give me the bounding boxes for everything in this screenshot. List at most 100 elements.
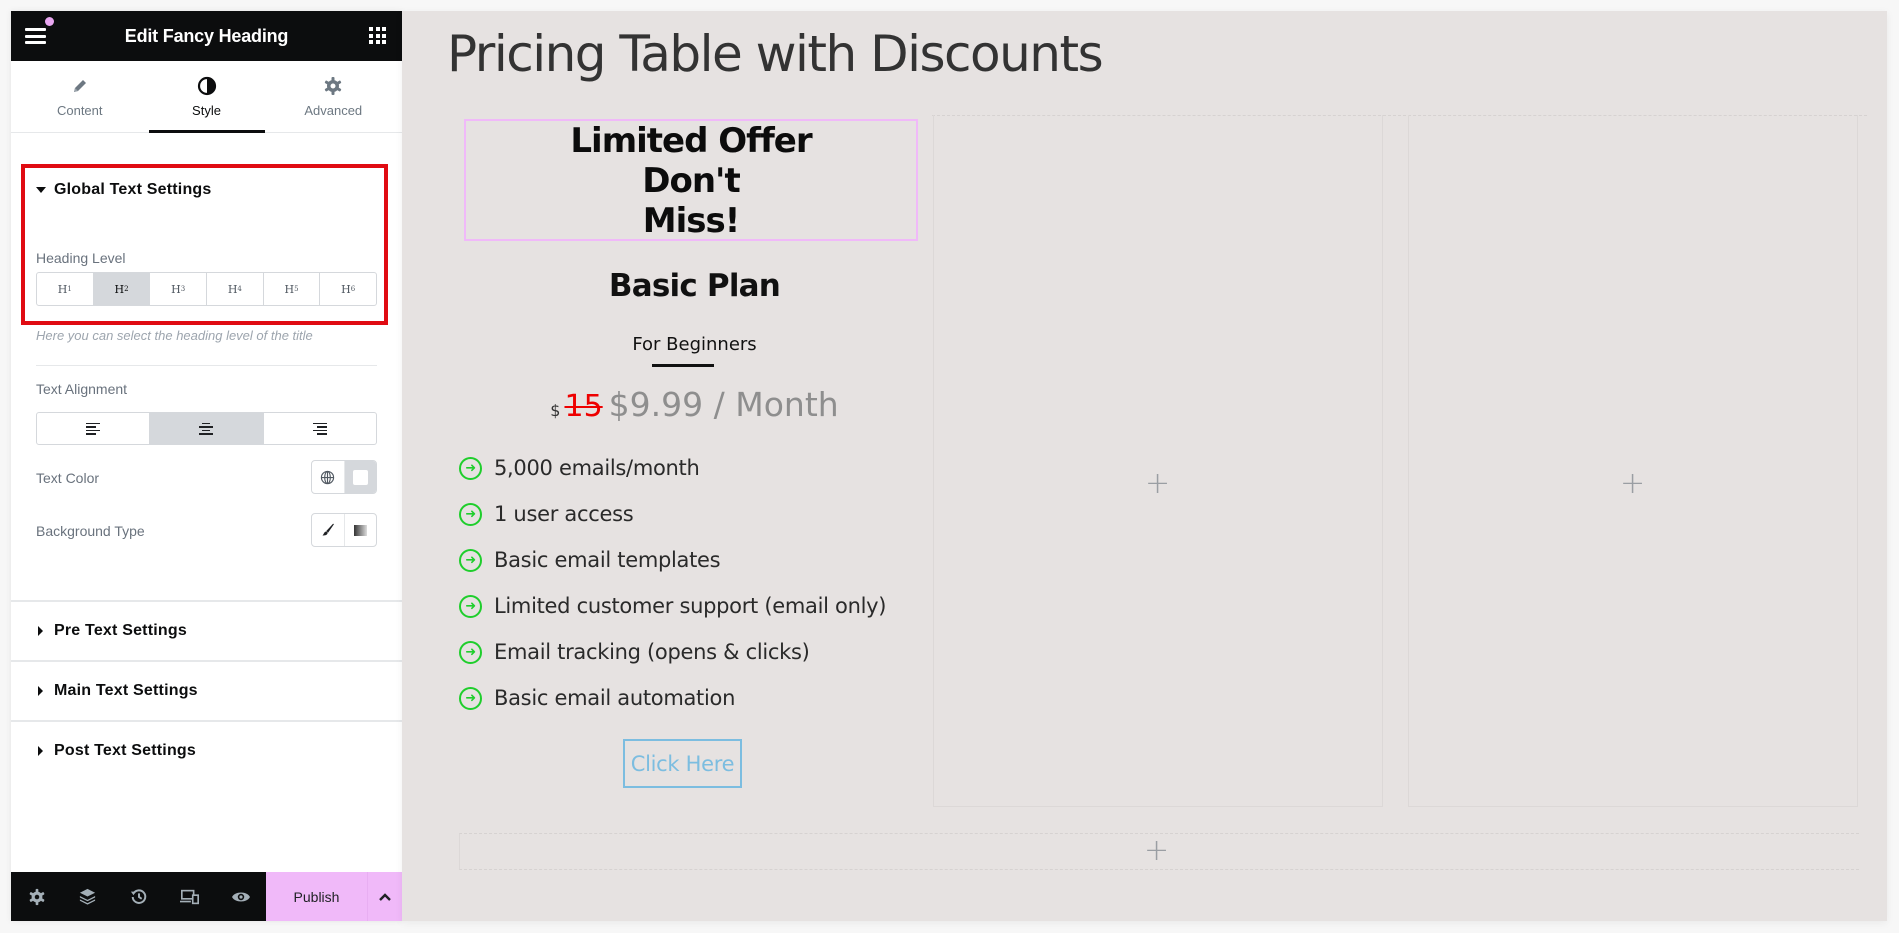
heading-level-h3[interactable]: H3 [150, 273, 208, 305]
arrow-circle-icon: ➜ [459, 640, 482, 664]
page-canvas: Pricing Table with Discounts + + Limited… [402, 11, 1887, 921]
section-title: Main Text Settings [54, 682, 198, 699]
editor-window: Edit Fancy Heading Content Style Advance… [0, 0, 1899, 933]
feature-item: ➜ Basic email automation [457, 675, 932, 721]
section-header[interactable]: Pre Text Settings [36, 622, 187, 640]
caret-right-icon [38, 686, 43, 696]
fancy-heading-line: Miss! [642, 201, 740, 241]
text-alignment-selector [36, 412, 377, 445]
chevron-up-icon [379, 892, 391, 901]
heading-level-h5[interactable]: H5 [264, 273, 321, 305]
history-icon [130, 888, 146, 904]
align-center-icon [199, 422, 214, 435]
tab-style[interactable]: Style [148, 61, 265, 133]
panel-header: Edit Fancy Heading [11, 11, 402, 61]
align-left-button[interactable] [37, 413, 151, 444]
navigator-button[interactable] [62, 872, 113, 921]
history-button[interactable] [113, 872, 164, 921]
panel-title: Edit Fancy Heading [124, 25, 289, 46]
subtitle-underline [652, 364, 714, 367]
widgets-grid-icon[interactable] [369, 27, 386, 44]
section-global-text-settings[interactable]: Global Text Settings [36, 181, 212, 199]
arrow-circle-icon: ➜ [459, 686, 482, 710]
plan-title: Basic Plan [608, 268, 781, 304]
heading-level-h1[interactable]: H1 [37, 273, 94, 305]
menu-hamburger-icon[interactable] [25, 28, 46, 44]
click-here-button[interactable]: Click Here [623, 739, 742, 788]
section-main-text-settings[interactable]: Main Text Settings [11, 660, 402, 720]
add-element-plus-icon[interactable]: + [1145, 469, 1170, 499]
notification-dot [45, 17, 54, 26]
feature-text: 5,000 emails/month [494, 456, 700, 480]
paint-brush-icon [322, 523, 334, 536]
section-header[interactable]: Main Text Settings [36, 682, 198, 700]
arrow-circle-icon: ➜ [459, 548, 482, 572]
gear-icon [323, 75, 343, 97]
tab-advanced-label: Advanced [304, 103, 363, 118]
background-type-label: Background Type [36, 523, 145, 539]
feature-text: Email tracking (opens & clicks) [494, 640, 810, 664]
original-price: 15 [564, 389, 603, 424]
panel-footer: Publish [11, 872, 402, 921]
heading-level-h4[interactable]: H4 [207, 273, 264, 305]
align-right-button[interactable] [264, 413, 376, 444]
section-title: Post Text Settings [54, 742, 196, 759]
feature-list: ➜ 5,000 emails/month ➜ 1 user access ➜ Basi… [457, 445, 932, 721]
section-post-text-settings[interactable]: Post Text Settings [11, 720, 402, 780]
align-left-icon [86, 422, 101, 435]
preview-eye-icon [231, 892, 250, 901]
feature-item: ➜ Limited customer support (email only) [457, 583, 932, 629]
discounted-price: $9.99 / Month [608, 385, 839, 424]
align-center-button[interactable] [150, 413, 264, 444]
section-title: Global Text Settings [54, 181, 212, 198]
add-element-plus-icon[interactable]: + [1620, 469, 1645, 499]
pencil-icon [71, 75, 89, 97]
color-swatch [352, 469, 368, 485]
layers-icon [79, 888, 96, 905]
feature-text: Basic email automation [494, 686, 736, 710]
settings-button[interactable] [11, 872, 62, 921]
responsive-mode-button[interactable] [164, 872, 215, 921]
section-pre-text-settings[interactable]: Pre Text Settings [11, 600, 402, 660]
arrow-circle-icon: ➜ [459, 594, 482, 618]
feature-item: ➜ Basic email templates [457, 537, 932, 583]
fancy-heading-line: Don't [642, 161, 740, 201]
feature-text: 1 user access [494, 502, 634, 526]
heading-level-h2[interactable]: H2 [93, 273, 151, 305]
currency-symbol: $ [550, 401, 561, 420]
divider [36, 365, 377, 366]
background-type-control [311, 513, 377, 547]
background-gradient-button[interactable] [345, 514, 377, 546]
heading-level-label: Heading Level [36, 250, 126, 266]
feature-item: ➜ 1 user access [457, 491, 932, 537]
arrow-circle-icon: ➜ [459, 502, 482, 526]
globe-icon [321, 470, 335, 484]
heading-level-h6[interactable]: H6 [320, 273, 376, 305]
tab-advanced[interactable]: Advanced [265, 61, 403, 132]
gradient-icon [353, 524, 367, 536]
editor-panel: Edit Fancy Heading Content Style Advance… [11, 11, 402, 921]
settings-icon [29, 888, 44, 905]
feature-item: ➜ Email tracking (opens & clicks) [457, 629, 932, 675]
global-colors-button[interactable] [312, 461, 345, 493]
add-section-plus-icon[interactable]: + [1144, 836, 1169, 866]
tab-content[interactable]: Content [11, 61, 149, 132]
color-picker-button[interactable] [344, 461, 376, 493]
heading-level-hint: Here you can select the heading level of… [36, 328, 313, 343]
section-header[interactable]: Post Text Settings [36, 742, 196, 760]
plan-price: $15 $9.99 / Month [457, 385, 932, 424]
tab-style-label: Style [192, 103, 221, 118]
plan-subtitle: For Beginners [632, 334, 757, 355]
text-color-label: Text Color [36, 470, 100, 486]
feature-text: Limited customer support (email only) [494, 594, 887, 618]
publish-options-button[interactable] [367, 872, 402, 921]
background-classic-button[interactable] [312, 514, 345, 546]
empty-column-3: + [1408, 115, 1858, 807]
arrow-circle-icon: ➜ [459, 456, 482, 480]
panel-tabs: Content Style Advanced [11, 61, 402, 133]
align-right-icon [312, 422, 327, 435]
text-color-control [311, 460, 377, 494]
fancy-heading-widget[interactable]: Limited Offer Don't Miss! [464, 119, 918, 241]
publish-button[interactable]: Publish [266, 872, 367, 921]
preview-button[interactable] [215, 872, 266, 921]
